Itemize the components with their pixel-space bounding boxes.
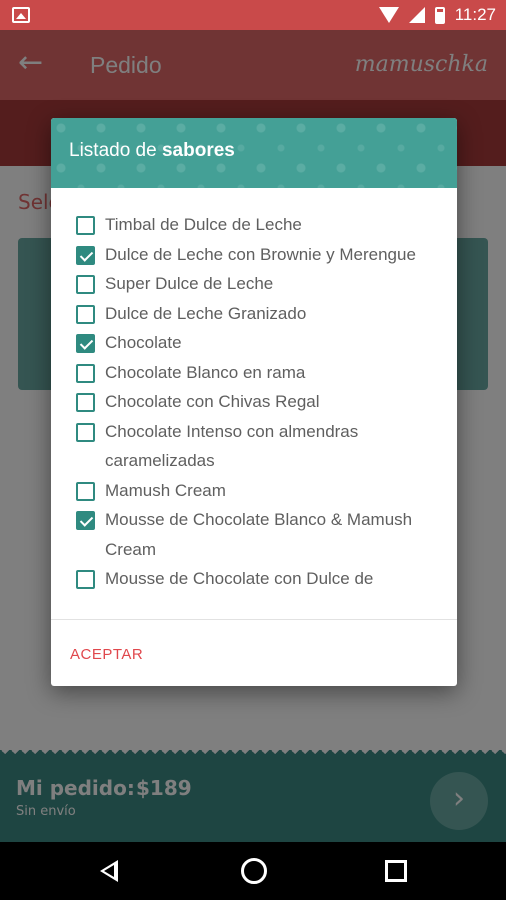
flavor-list[interactable]: Timbal de Dulce de Leche Dulce de Leche c…	[51, 210, 457, 618]
list-item[interactable]: Dulce de Leche con Brownie y Merengue	[51, 240, 457, 270]
checkbox-unchecked[interactable]	[76, 304, 95, 324]
checkbox-unchecked[interactable]	[76, 481, 95, 501]
status-icons: 11:27	[378, 5, 496, 25]
checkbox-unchecked[interactable]	[76, 275, 95, 294]
list-item[interactable]: Super Dulce de Leche	[51, 269, 457, 299]
list-item-label: Chocolate con Chivas Regal	[105, 392, 320, 411]
nav-back-icon[interactable]	[100, 860, 118, 882]
list-item[interactable]: Chocolate Intenso con almendras carameli…	[51, 417, 457, 476]
battery-icon	[434, 6, 445, 24]
list-item[interactable]: Mousse de Chocolate con Dulce de	[51, 564, 457, 594]
checkbox-unchecked[interactable]	[76, 570, 95, 589]
list-item[interactable]: Chocolate	[51, 328, 457, 358]
divider	[51, 619, 457, 620]
dialog-header: Listado de sabores	[51, 118, 457, 188]
checkbox-unchecked[interactable]	[76, 216, 95, 235]
dialog-title-bold: sabores	[161, 140, 235, 161]
checkbox-unchecked[interactable]	[76, 363, 95, 383]
nav-recents-icon[interactable]	[385, 860, 407, 882]
list-item-label: Dulce de Leche Granizado	[105, 303, 307, 323]
checkbox-checked[interactable]	[76, 334, 95, 353]
dialog-title-prefix: Listado de	[69, 140, 157, 161]
list-item-label: Mousse de Chocolate Blanco & Mamush Crea…	[105, 510, 413, 559]
system-nav-bar	[0, 842, 506, 900]
accept-button[interactable]: ACEPTAR	[70, 646, 143, 663]
checkbox-unchecked[interactable]	[76, 422, 95, 442]
flavors-dialog: Listado de sabores Timbal de Dulce de Le…	[51, 118, 457, 686]
list-item[interactable]: Chocolate Blanco en rama	[51, 358, 457, 388]
list-item-label: Mamush Cream	[105, 480, 226, 500]
dialog-title: Listado de sabores	[69, 140, 235, 162]
list-item-label: Dulce de Leche con Brownie y Merengue	[105, 244, 416, 264]
status-time: 11:27	[454, 5, 496, 24]
list-item[interactable]: Mousse de Chocolate Blanco & Mamush Crea…	[51, 505, 457, 564]
status-bar: 11:27	[0, 0, 506, 30]
wifi-icon	[378, 7, 399, 23]
checkbox-checked[interactable]	[76, 245, 95, 265]
list-item[interactable]: Timbal de Dulce de Leche	[51, 210, 457, 240]
nav-home-icon[interactable]	[241, 858, 267, 884]
checkbox-unchecked[interactable]	[76, 393, 95, 412]
list-item-label: Chocolate	[105, 333, 182, 352]
list-item-label: Chocolate Blanco en rama	[105, 362, 306, 382]
cell-signal-icon	[408, 7, 425, 23]
list-item-label: Chocolate Intenso con almendras carameli…	[105, 421, 359, 471]
checkbox-checked[interactable]	[76, 511, 95, 530]
list-item-label: Mousse de Chocolate con Dulce de	[105, 569, 374, 588]
list-item[interactable]: Chocolate con Chivas Regal	[51, 387, 457, 417]
list-item-label: Timbal de Dulce de Leche	[105, 215, 302, 234]
list-item[interactable]: Dulce de Leche Granizado	[51, 299, 457, 329]
image-notification-icon	[12, 7, 30, 23]
list-item[interactable]: Mamush Cream	[51, 476, 457, 506]
list-item-label: Super Dulce de Leche	[105, 274, 274, 293]
